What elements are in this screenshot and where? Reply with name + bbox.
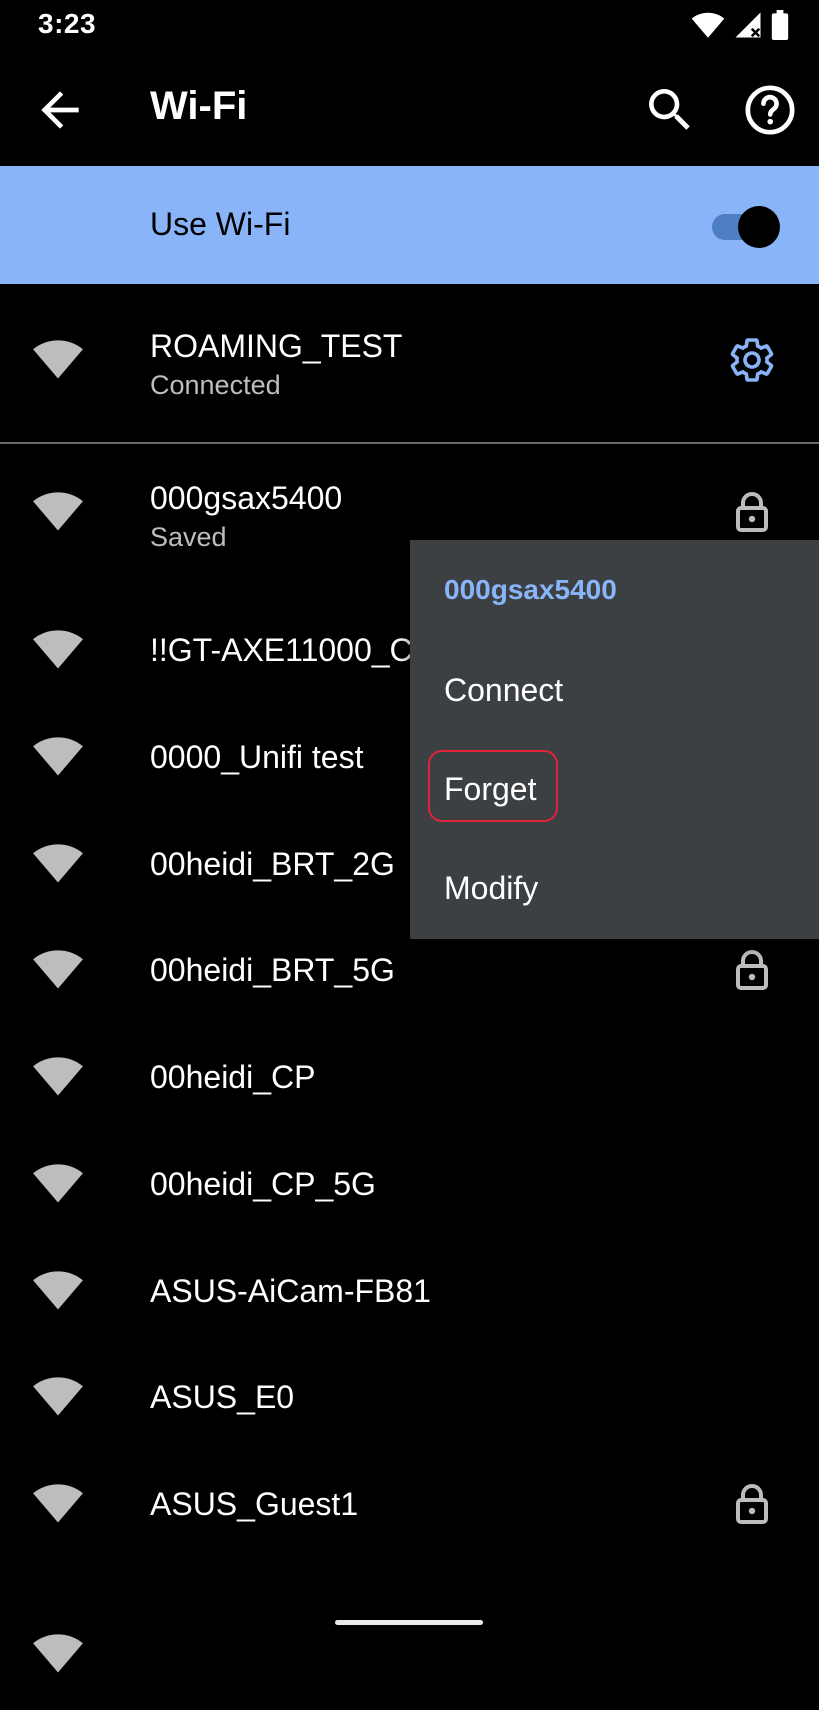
signal-off-icon — [735, 12, 761, 38]
help-icon[interactable] — [742, 82, 798, 138]
status-bar: 3:23 — [0, 0, 819, 54]
network-context-menu: 000gsax5400 Connect Forget Modify — [410, 540, 819, 939]
menu-item-connect[interactable]: Connect — [444, 672, 563, 709]
menu-item-forget[interactable]: Forget — [444, 771, 536, 808]
network-name: 00heidi_BRT_2G — [150, 846, 395, 882]
menu-item-modify[interactable]: Modify — [444, 870, 538, 907]
connected-network-row[interactable]: ROAMING_TEST Connected — [0, 306, 819, 416]
menu-title: 000gsax5400 — [444, 574, 617, 605]
app-bar: Wi-Fi — [0, 54, 819, 166]
network-row[interactable]: ASUS_E0 — [0, 1343, 819, 1453]
battery-icon — [771, 10, 789, 40]
toggle-thumb — [738, 206, 780, 248]
network-name: 00heidi_CP — [150, 1059, 316, 1095]
network-name: ROAMING_TEST — [150, 328, 403, 364]
network-status: Connected — [150, 370, 281, 400]
wifi-signal-icon — [33, 950, 83, 989]
wifi-signal-icon — [33, 1377, 83, 1416]
wifi-signal-icon — [33, 1484, 83, 1523]
network-row[interactable]: ASUS-AiCam-FB81 — [0, 1237, 819, 1347]
status-icons — [691, 10, 789, 40]
wifi-signal-icon — [33, 844, 83, 883]
network-status: Saved — [150, 522, 227, 552]
gear-icon[interactable] — [728, 336, 776, 384]
arrow-back-icon[interactable] — [32, 82, 88, 138]
network-name: 00heidi_CP_5G — [150, 1166, 376, 1202]
network-row[interactable] — [0, 1600, 819, 1710]
wifi-icon — [691, 12, 725, 38]
network-name: ASUS-AiCam-FB81 — [150, 1273, 431, 1309]
divider — [0, 442, 819, 444]
network-name: ASUS_E0 — [150, 1379, 295, 1415]
wifi-signal-icon — [33, 1634, 83, 1673]
search-icon[interactable] — [642, 82, 698, 138]
network-name: 0000_Unifi test — [150, 739, 364, 775]
wifi-signal-icon — [33, 492, 83, 531]
wifi-signal-icon — [33, 737, 83, 776]
wifi-signal-icon — [33, 1271, 83, 1310]
network-name: ASUS_Guest1 — [150, 1486, 359, 1522]
lock-icon — [736, 1484, 768, 1524]
wifi-signal-icon — [33, 630, 83, 669]
wifi-signal-icon — [33, 1057, 83, 1096]
use-wifi-label: Use Wi-Fi — [150, 206, 291, 242]
status-time: 3:23 — [38, 8, 97, 39]
gesture-nav-bar[interactable] — [335, 1620, 483, 1625]
network-name: 000gsax5400 — [150, 480, 343, 516]
network-row[interactable]: ASUS_Guest1 — [0, 1450, 819, 1560]
lock-icon — [736, 950, 768, 990]
lock-icon — [736, 492, 768, 532]
wifi-signal-icon — [33, 340, 83, 379]
wifi-signal-icon — [33, 1164, 83, 1203]
network-row[interactable]: 00heidi_CP — [0, 1023, 819, 1133]
network-row[interactable]: 00heidi_CP_5G — [0, 1130, 819, 1240]
use-wifi-row[interactable]: Use Wi-Fi — [0, 166, 819, 284]
use-wifi-toggle[interactable] — [712, 206, 782, 248]
page-title: Wi-Fi — [150, 84, 248, 128]
network-name: 00heidi_BRT_5G — [150, 952, 395, 988]
network-name: !!GT-AXE11000_C — [150, 632, 413, 668]
